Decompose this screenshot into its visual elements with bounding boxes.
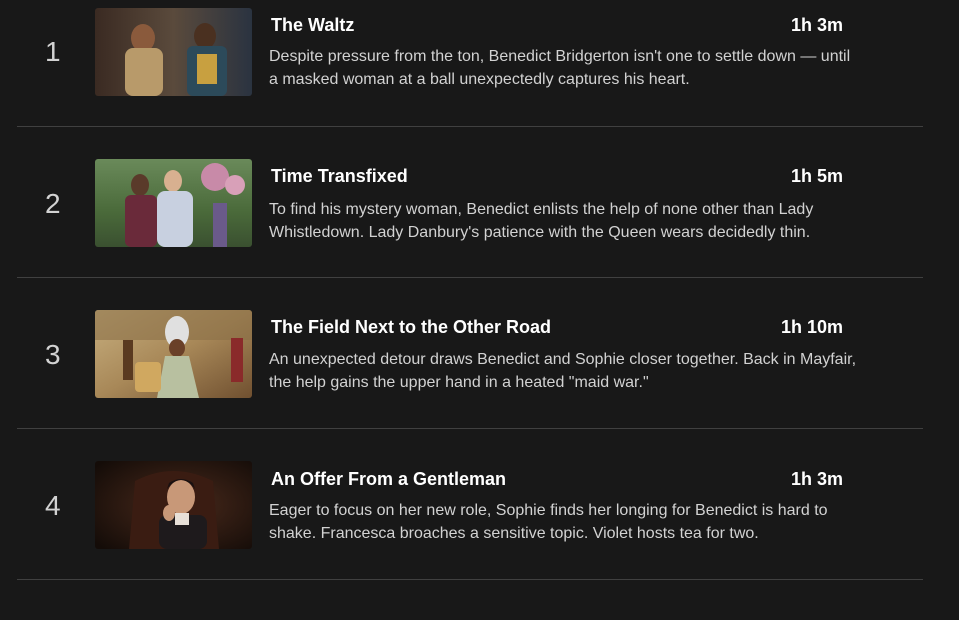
episode-number: 1	[45, 36, 61, 67]
episode-thumbnail-image	[95, 310, 252, 398]
episode-item-4[interactable]: 4 An Offer From a Gentleman 1h 3m Eager …	[17, 429, 923, 580]
episode-number: 3	[45, 339, 61, 370]
episode-list: 1 The Waltz 1h 3m Despite pressure from …	[0, 0, 959, 620]
episode-thumbnail-image	[95, 8, 252, 96]
episode-thumbnail-image	[95, 461, 252, 549]
episode-duration: 1h 3m	[790, 469, 843, 489]
episode-thumbnail[interactable]	[95, 310, 252, 398]
episode-synopsis: An unexpected detour draws Benedict and …	[269, 351, 857, 391]
episode-title: The Field Next to the Other Road	[271, 317, 552, 337]
episode-duration: 1h 10m	[780, 317, 843, 337]
episode-title: An Offer From a Gentleman	[271, 469, 507, 489]
episode-title: Time Transfixed	[271, 166, 408, 186]
episode-number: 4	[45, 490, 61, 521]
episode-item-1[interactable]: 1 The Waltz 1h 3m Despite pressure from …	[17, 0, 923, 127]
episode-duration: 1h 5m	[790, 166, 843, 186]
episode-synopsis: Eager to focus on her new role, Sophie f…	[269, 502, 828, 542]
episode-synopsis: Despite pressure from the ton, Benedict …	[269, 48, 851, 88]
episode-item-2[interactable]: 2 Time Transfixed 1h 5m To find his myst…	[17, 127, 923, 278]
episode-synopsis: To find his mystery woman, Benedict enli…	[269, 201, 814, 241]
episode-number: 2	[45, 188, 61, 219]
episode-thumbnail[interactable]	[95, 8, 252, 96]
episode-thumbnail[interactable]	[95, 159, 252, 247]
episode-thumbnail[interactable]	[95, 461, 252, 549]
episode-duration: 1h 3m	[790, 15, 843, 35]
episode-thumbnail-image	[95, 159, 252, 247]
episode-item-3[interactable]: 3 The Field Next to the Other Road 1h 10…	[17, 278, 923, 429]
episode-title: The Waltz	[271, 15, 355, 35]
